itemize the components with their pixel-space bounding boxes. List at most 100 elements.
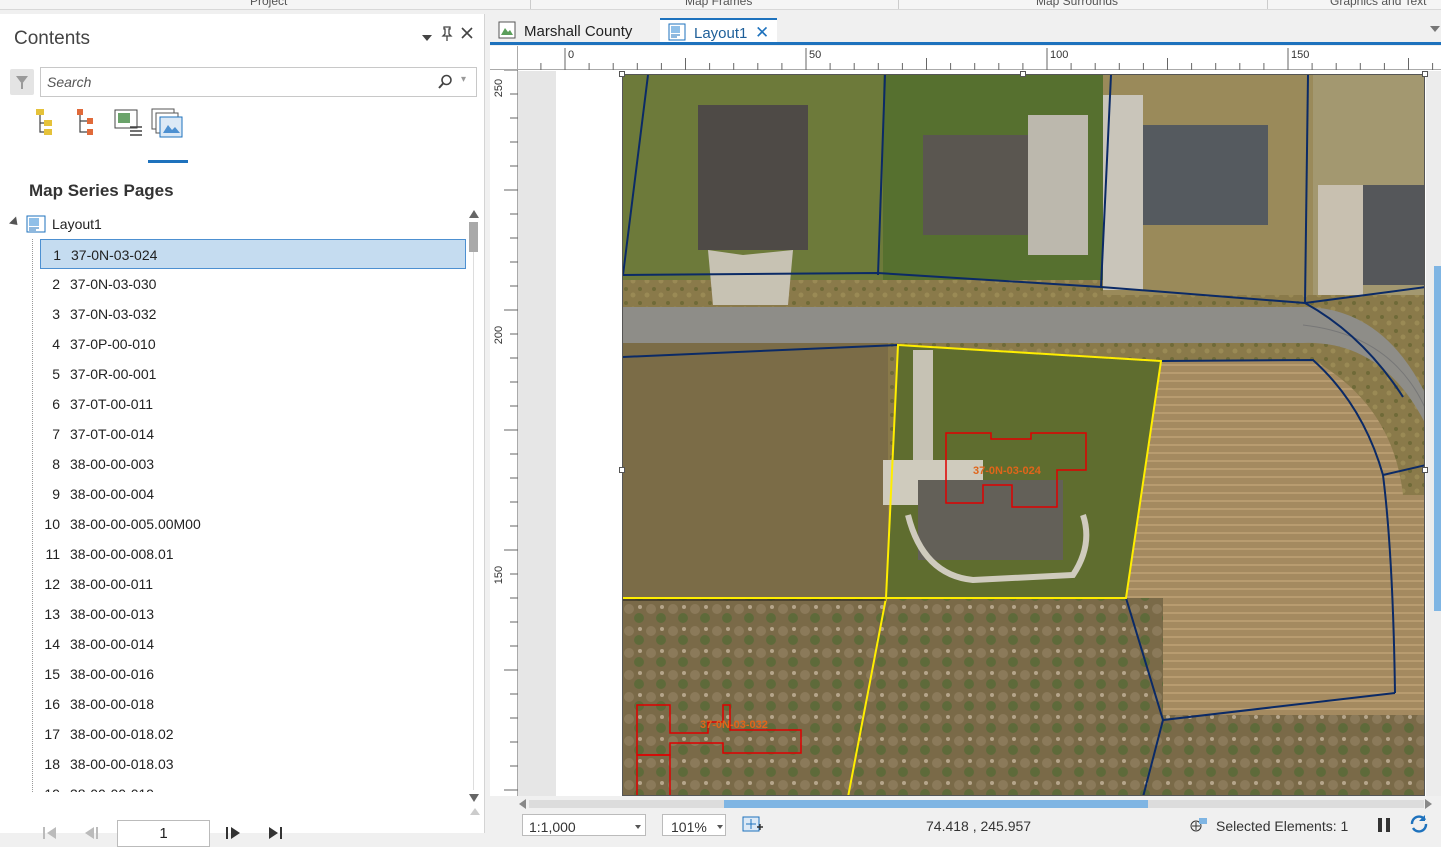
layout-view[interactable]: 0 50 100 150 250 200 150 37-0N-03-024 37… (490, 46, 1441, 796)
scroll-up-icon[interactable] (469, 210, 479, 218)
page-name: 37-0N-03-024 (71, 247, 158, 263)
next-page-icon[interactable] (223, 824, 243, 844)
search-input[interactable] (47, 73, 427, 91)
ribbon-group-project: Project (250, 0, 288, 8)
page-name: 38-00-00-018 (70, 696, 155, 712)
page-name: 38-00-00-004 (70, 486, 155, 502)
filter-icon[interactable] (10, 69, 34, 95)
map-series-page-row[interactable]: 16 38-00-00-018 (40, 689, 466, 719)
ribbon-group-map-frames: Map Frames (685, 0, 753, 8)
page-name: 38-00-00-008.01 (70, 546, 174, 562)
list-by-selection-icon[interactable] (112, 107, 148, 147)
search-icon[interactable] (437, 74, 453, 90)
scroll-left-icon[interactable] (519, 799, 526, 809)
ribbon-group-graphics-text: Graphics and Text (1330, 0, 1427, 8)
tab-label: Layout1 (694, 25, 748, 42)
collapse-chevron-icon[interactable] (8, 216, 22, 229)
pin-icon[interactable] (440, 26, 454, 46)
first-page-icon[interactable] (40, 824, 60, 844)
vertical-ruler: 250 200 150 (490, 69, 518, 796)
chevron-down-icon[interactable] (717, 825, 723, 829)
tree-root-label: Layout1 (52, 216, 102, 232)
page-number: 18 (44, 756, 60, 772)
tab-label: Marshall County (524, 23, 633, 40)
search-options-chevron-icon[interactable]: ▾ (461, 74, 466, 85)
status-bar: 1:1,000 101% 74.418 , 245.957 Selected E… (490, 811, 1441, 836)
fixed-zoom-icon[interactable] (742, 816, 763, 834)
search-box[interactable]: ▾ (40, 67, 477, 97)
tab-underline (490, 42, 1441, 45)
map-series-page-row[interactable]: 15 38-00-00-016 (40, 659, 466, 689)
page-number: 15 (44, 666, 60, 682)
map-series-page-row[interactable]: 8 38-00-00-003 (40, 449, 466, 479)
selected-elements-count: Selected Elements: 1 (1216, 818, 1349, 834)
selection-handle[interactable] (1020, 71, 1026, 77)
page-name: 38-00-00-013 (70, 606, 155, 622)
map-series-page-row[interactable]: 2 37-0N-03-030 (40, 269, 466, 299)
previous-page-icon[interactable] (82, 824, 102, 844)
page-number: 9 (52, 486, 60, 502)
scroll-down-icon[interactable] (469, 794, 479, 802)
list-by-drawing-order-icon[interactable] (32, 107, 68, 147)
map-series-page-row[interactable]: 18 38-00-00-018.03 (40, 749, 466, 779)
ruler-label: 150 (493, 566, 505, 584)
page-name: 38-00-00-014 (70, 636, 155, 652)
pause-drawing-icon[interactable] (1376, 816, 1396, 834)
page-name: 37-0T-00-011 (70, 396, 154, 412)
page-number: 13 (44, 606, 60, 622)
map-series-page-row[interactable]: 3 37-0N-03-032 (40, 299, 466, 329)
selection-handle[interactable] (619, 467, 625, 473)
scroll-thumb[interactable] (469, 222, 478, 252)
page-number: 16 (44, 696, 60, 712)
page-number: 11 (45, 546, 60, 562)
map-series-page-row[interactable]: 7 37-0T-00-014 (40, 419, 466, 449)
ruler-label: 200 (493, 326, 505, 344)
horizontal-scroll-thumb[interactable] (724, 800, 1148, 808)
map-series-page-row[interactable]: 4 37-0P-00-010 (40, 329, 466, 359)
page-number: 2 (52, 276, 60, 292)
map-series-page-row[interactable]: 5 37-0R-00-001 (40, 359, 466, 389)
chevron-down-icon[interactable] (635, 825, 641, 829)
contents-scrollbar[interactable] (468, 210, 480, 802)
map-series-page-row[interactable]: 1 37-0N-03-024 (40, 239, 466, 269)
page-number: 3 (52, 306, 60, 322)
map-series-page-row[interactable]: 10 38-00-00-005.00M00 (40, 509, 466, 539)
pane-options-chevron-icon[interactable] (421, 30, 433, 47)
page-name: 37-0N-03-032 (70, 306, 157, 322)
map-series-page-row[interactable]: 17 38-00-00-018.02 (40, 719, 466, 749)
map-series-page-row[interactable]: 14 38-00-00-014 (40, 629, 466, 659)
tab-marshall-county[interactable]: Marshall County (490, 18, 660, 44)
tab-layout1[interactable]: Layout1 ✕ (660, 18, 777, 44)
scroll-right-icon[interactable] (1425, 799, 1432, 809)
page-number: 10 (44, 516, 60, 532)
refresh-icon[interactable] (1408, 814, 1428, 833)
map-series-page-row[interactable]: 12 38-00-00-011 (40, 569, 466, 599)
ruler-label: 150 (1291, 49, 1309, 61)
last-page-icon[interactable] (266, 824, 286, 844)
map-frame[interactable]: 37-0N-03-024 37-0N-03-032 (622, 74, 1425, 796)
map-series-pages-heading: Map Series Pages (29, 181, 174, 200)
page-number-input[interactable] (117, 820, 210, 847)
map-series-page-row[interactable]: 9 38-00-00-004 (40, 479, 466, 509)
list-map-series-pages-icon[interactable] (150, 107, 186, 147)
selection-handle[interactable] (1422, 467, 1428, 473)
parcel-label: 37-0N-03-024 (973, 465, 1042, 477)
vertical-scroll-thumb[interactable] (1434, 266, 1441, 611)
selection-handle[interactable] (619, 71, 625, 77)
contents-title: Contents (14, 28, 91, 49)
selection-tool-icon[interactable] (1188, 816, 1208, 834)
page-name: 38-00-00-018.03 (70, 756, 174, 772)
list-by-data-source-icon[interactable] (73, 107, 109, 147)
close-pane-icon[interactable] (460, 26, 474, 44)
tab-list-chevron-icon[interactable] (1430, 26, 1440, 32)
ruler-corner (490, 46, 518, 70)
map-series-page-row[interactable]: 19 38-00-00-019 (40, 779, 466, 792)
close-tab-icon[interactable]: ✕ (755, 23, 769, 43)
map-series-page-row[interactable]: 13 38-00-00-013 (40, 599, 466, 629)
map-series-page-row[interactable]: 11 38-00-00-008.01 (40, 539, 466, 569)
ruler-label: 250 (493, 79, 505, 97)
expand-up-icon[interactable] (470, 808, 480, 815)
selection-handle[interactable] (1422, 71, 1428, 77)
map-series-page-row[interactable]: 6 37-0T-00-011 (40, 389, 466, 419)
horizontal-scrollbar[interactable] (517, 797, 1441, 811)
